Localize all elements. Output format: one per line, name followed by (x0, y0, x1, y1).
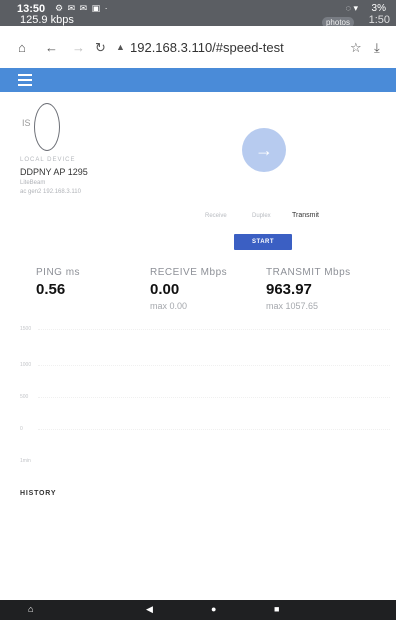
local-device-label: LOCAL DEVICE (20, 157, 76, 163)
recents-square-icon[interactable]: ■ (274, 604, 279, 614)
status-bar: 13:50 ⚙ ✉ ✉ ▣ · 125.9 kbps ◌ ▾ 3% photos… (0, 0, 396, 28)
app-bar (0, 68, 396, 92)
device-address: ac gen2 192.168.3.110 (20, 189, 81, 195)
mode-duplex[interactable]: Duplex (252, 213, 271, 219)
grid-line (38, 429, 390, 430)
axis-tick: 1000 (20, 362, 32, 368)
star-icon[interactable]: ☆ (350, 40, 362, 56)
antenna-dish-icon (34, 103, 60, 151)
receive-value: 0.00 (150, 281, 180, 298)
axis-tick: 0 (20, 426, 23, 432)
download-icon[interactable]: ⤓ (374, 40, 380, 56)
network-speed: 125.9 kbps (20, 14, 74, 26)
mode-receive[interactable]: Receive (205, 213, 227, 219)
home-dot-icon[interactable]: ● (211, 604, 216, 614)
remote-device-arrow-button[interactable]: → (242, 128, 286, 172)
ping-label: PING ms (36, 267, 81, 278)
back-triangle-icon[interactable]: ◀ (146, 604, 153, 615)
grid-line (38, 365, 390, 366)
hamburger-menu-icon[interactable] (18, 74, 32, 86)
axis-tick: 1500 (20, 326, 32, 332)
arrow-right-icon: → (255, 139, 273, 160)
notification-icons: ⚙ ✉ ✉ ▣ · (55, 3, 109, 13)
transmit-max: max 1057.65 (266, 301, 319, 311)
device-model: LiteBeam (20, 180, 46, 186)
receive-label: RECEIVE Mbps (150, 267, 228, 278)
warning-icon[interactable]: ▲ (116, 42, 125, 52)
transmit-label: TRANSMIT Mbps (266, 267, 351, 278)
forward-icon[interactable]: → (72, 40, 85, 55)
home-icon[interactable]: ⌂ (18, 40, 26, 55)
menu-icon[interactable]: ⌂ (28, 604, 33, 614)
history-heading: HISTORY (20, 490, 57, 497)
transmit-value: 963.97 (266, 281, 312, 298)
throughput-chart: 1500 1000 500 0 1min (20, 322, 390, 472)
device-mark: IS (22, 118, 31, 128)
start-button[interactable]: START (234, 234, 292, 250)
battery-level: 3% (371, 3, 386, 14)
browser-toolbar: ⌂ ← → ↻ ▲ 192.168.3.110/#speed-test ☆ ⤓ (0, 26, 396, 69)
ping-value: 0.56 (36, 281, 66, 298)
grid-line (38, 397, 390, 398)
mode-transmit[interactable]: Transmit (292, 212, 319, 219)
axis-tick: 500 (20, 394, 29, 400)
overlay-time: 1:50 (368, 14, 390, 26)
signal-icons: ◌ ▾ (345, 3, 358, 13)
back-icon[interactable]: ← (45, 40, 58, 55)
url-field[interactable]: 192.168.3.110/#speed-test (130, 40, 284, 55)
reload-icon[interactable]: ↻ (95, 40, 106, 56)
axis-tick: 1min (20, 458, 31, 464)
navigation-bar: ⌂ ◀ ● ■ (0, 600, 396, 620)
grid-line (38, 329, 390, 330)
device-name: DDPNY AP 1295 (20, 167, 88, 177)
receive-max: max 0.00 (150, 301, 188, 311)
